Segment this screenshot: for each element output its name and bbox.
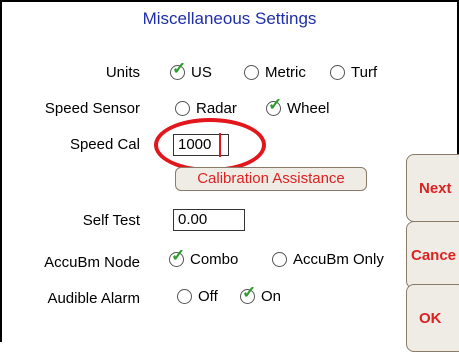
units-option-turf[interactable]: Turf	[330, 64, 377, 81]
units-option-us-label: US	[191, 64, 212, 81]
audible-alarm-option-off[interactable]: Off	[177, 288, 218, 305]
speed-sensor-label: Speed Sensor	[44, 100, 140, 117]
accubm-node-option-combo[interactable]: ✓ Combo	[169, 246, 239, 268]
radio-icon	[244, 65, 259, 80]
next-button[interactable]: Next	[406, 154, 459, 222]
audible-alarm-label: Audible Alarm	[47, 290, 140, 307]
units-option-turf-label: Turf	[351, 64, 378, 81]
units-option-us[interactable]: ✓ US	[170, 59, 212, 81]
units-label: Units	[105, 64, 140, 81]
speed-sensor-option-radar-label: Radar	[196, 100, 237, 117]
speed-sensor-option-wheel-label: Wheel	[287, 100, 330, 117]
radio-icon	[175, 101, 190, 116]
accubm-node-option-combo-label: Combo	[190, 251, 239, 268]
accubm-node-label: AccuBm Node	[44, 254, 140, 271]
radio-icon	[177, 289, 192, 304]
page-title: Miscellaneous Settings	[142, 9, 317, 28]
cancel-button[interactable]: Cance	[406, 221, 459, 289]
accubm-node-option-accubm-only-label: AccuBm Only	[293, 251, 384, 268]
units-option-metric[interactable]: Metric	[244, 64, 306, 81]
radio-icon	[272, 252, 287, 267]
self-test-input[interactable]: 0.00	[173, 209, 245, 231]
audible-alarm-option-on-label: On	[261, 288, 282, 305]
audible-alarm-option-on[interactable]: ✓ On	[240, 283, 282, 305]
units-option-metric-label: Metric	[265, 64, 306, 81]
accubm-node-option-accubm-only[interactable]: AccuBm Only	[272, 251, 384, 268]
self-test-label: Self Test	[82, 212, 140, 229]
check-icon: ✓	[266, 95, 283, 116]
check-icon: ✓	[169, 246, 186, 267]
check-icon: ✓	[170, 59, 187, 80]
highlight-circle	[154, 118, 266, 172]
check-icon: ✓	[240, 283, 257, 304]
audible-alarm-option-off-label: Off	[198, 288, 218, 305]
calibration-assistance-button[interactable]: Calibration Assistance	[175, 167, 367, 191]
speed-cal-label: Speed Cal	[69, 136, 140, 153]
radio-icon	[330, 65, 345, 80]
speed-sensor-option-radar[interactable]: Radar	[175, 100, 237, 117]
speed-sensor-option-wheel[interactable]: ✓ Wheel	[266, 95, 330, 117]
